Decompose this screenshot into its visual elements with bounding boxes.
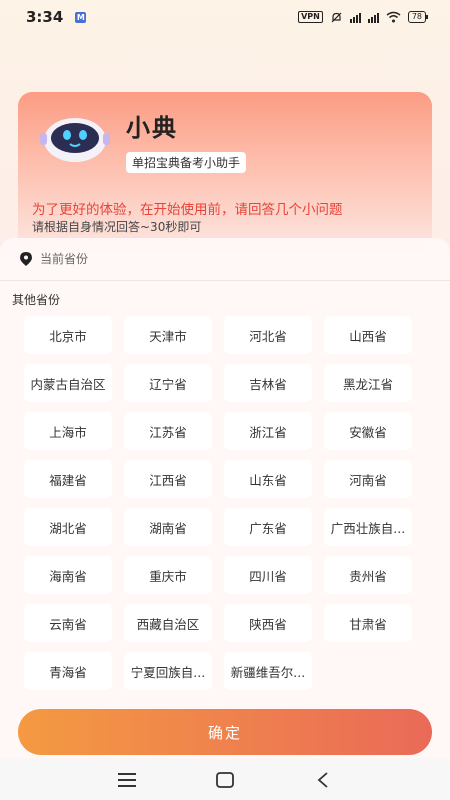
current-province-label: 当前省份 — [40, 252, 89, 266]
province-option[interactable]: 山东省 — [224, 460, 312, 498]
province-option[interactable]: 陕西省 — [224, 604, 312, 642]
province-option[interactable]: 海南省 — [24, 556, 112, 594]
province-option[interactable]: 内蒙古自治区 — [24, 364, 112, 402]
status-bar: 3:34 M VPN 78 — [0, 0, 450, 34]
province-option[interactable]: 河南省 — [324, 460, 412, 498]
divider — [0, 280, 450, 281]
province-option[interactable]: 四川省 — [224, 556, 312, 594]
intro-submessage: 请根据自身情况回答~30秒即可 — [32, 220, 202, 234]
back-icon[interactable] — [313, 770, 333, 790]
system-nav-bar — [0, 760, 450, 800]
location-pin-icon — [20, 251, 32, 266]
confirm-button[interactable]: 确定 — [18, 709, 432, 755]
province-option[interactable]: 黑龙江省 — [324, 364, 412, 402]
province-option[interactable]: 广西壮族自... — [324, 508, 412, 546]
wifi-icon — [386, 11, 401, 23]
signal-2-icon — [367, 12, 379, 23]
status-left: 3:34 M — [26, 8, 87, 26]
province-option[interactable]: 甘肃省 — [324, 604, 412, 642]
home-icon[interactable] — [215, 770, 235, 790]
robot-mascot-icon — [40, 118, 110, 162]
province-selection-sheet: 当前省份 其他省份 北京市 天津市 河北省 山西省内蒙古自治区 辽宁省 吉林省 黑龙江省上海… — [0, 238, 450, 758]
province-option[interactable]: 重庆市 — [124, 556, 212, 594]
province-option[interactable]: 广东省 — [224, 508, 312, 546]
assistant-tagline: 单招宝典备考小助手 — [126, 152, 247, 173]
province-option[interactable]: 浙江省 — [224, 412, 312, 450]
province-option[interactable]: 贵州省 — [324, 556, 412, 594]
province-option[interactable]: 福建省 — [24, 460, 112, 498]
mute-bell-icon — [331, 12, 342, 22]
province-option[interactable]: 山西省 — [324, 316, 412, 354]
province-option[interactable]: 西藏自治区 — [124, 604, 212, 642]
province-option[interactable]: 青海省 — [24, 652, 112, 690]
province-option[interactable]: 北京市 — [24, 316, 112, 354]
province-option[interactable]: 上海市 — [24, 412, 112, 450]
vpn-badge: VPN — [298, 11, 323, 23]
battery-indicator: 78 — [407, 11, 429, 23]
province-option[interactable]: 吉林省 — [224, 364, 312, 402]
status-time: 3:34 — [26, 8, 64, 26]
menu-icon[interactable] — [117, 770, 137, 790]
province-option[interactable]: 江西省 — [124, 460, 212, 498]
province-option[interactable]: 湖北省 — [24, 508, 112, 546]
province-option[interactable]: 湖南省 — [124, 508, 212, 546]
status-right: VPN 78 — [298, 11, 429, 24]
province-option[interactable]: 河北省 — [224, 316, 312, 354]
notification-icon: M — [75, 11, 87, 23]
assistant-name: 小典 — [126, 114, 178, 142]
province-option[interactable]: 安徽省 — [324, 412, 412, 450]
province-option[interactable]: 新疆维吾尔... — [224, 652, 312, 690]
assistant-header-card: 小典 单招宝典备考小助手 为了更好的体验，在开始使用前，请回答几个小问题 请根据… — [18, 92, 432, 252]
province-option[interactable]: 辽宁省 — [124, 364, 212, 402]
province-option[interactable]: 江苏省 — [124, 412, 212, 450]
other-provinces-heading: 其他省份 — [12, 293, 61, 307]
current-province-row[interactable]: 当前省份 — [20, 250, 88, 267]
signal-1-icon — [349, 12, 361, 23]
province-option[interactable]: 云南省 — [24, 604, 112, 642]
province-option[interactable]: 宁夏回族自... — [124, 652, 212, 690]
province-option[interactable]: 天津市 — [124, 316, 212, 354]
intro-message: 为了更好的体验，在开始使用前，请回答几个小问题 — [32, 202, 343, 218]
